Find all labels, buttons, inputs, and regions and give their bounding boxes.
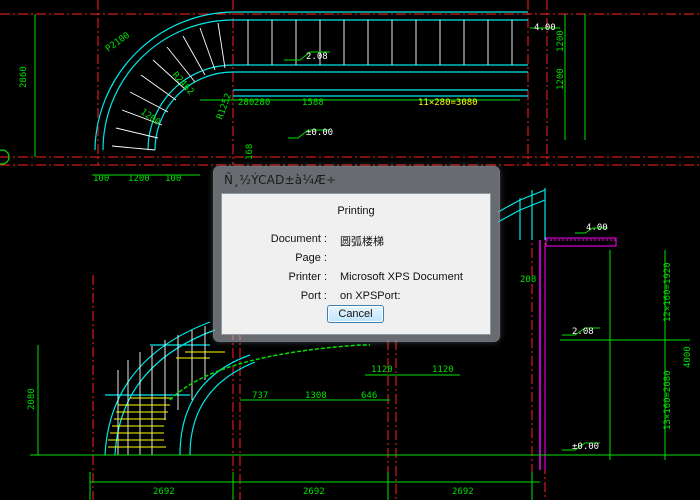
dimension-text-right: 2.08 ±0.00 4.00 12×160=1920 13×160=2080 …: [520, 223, 693, 452]
stair-railing-upper: [497, 188, 546, 240]
document-value: 圆弧楼梯: [340, 236, 384, 248]
dialog-body: Printing Document : 圆弧楼梯 Page : Printer …: [221, 193, 491, 335]
svg-text:±0.00: ±0.00: [572, 442, 599, 452]
printer-label: Printer :: [288, 271, 327, 283]
svg-text:280: 280: [238, 98, 254, 108]
svg-text:1308: 1308: [305, 391, 327, 401]
svg-text:P2100: P2100: [104, 31, 132, 55]
printing-heading: Printing: [337, 205, 375, 217]
dialog-title: Ñ¸½ÝCAD±à¼­Æ÷: [224, 173, 337, 187]
svg-text:R1252: R1252: [215, 92, 234, 121]
page-label: Page :: [295, 252, 327, 264]
dimension-text-top: 2860 100 1200 100 280 280 1588 2.08 ±0.00 1…: [19, 23, 566, 184]
printer-row: Printer : Microsoft XPS Document: [222, 271, 490, 285]
floor-slab: [539, 237, 617, 470]
dimension-lines-bottom: [30, 345, 700, 500]
svg-text:1120: 1120: [432, 365, 454, 375]
svg-text:1200: 1200: [556, 68, 566, 90]
document-label: Document :: [270, 233, 327, 245]
dimension-text-bottom: 2080 2692 2692 2692 737 1308 646 1120 11…: [27, 365, 474, 497]
stair-stringer: [169, 344, 370, 401]
svg-text:1200: 1200: [556, 30, 566, 52]
svg-text:±0.00: ±0.00: [306, 128, 333, 138]
port-label: Port :: [300, 290, 327, 302]
svg-text:2692: 2692: [153, 487, 175, 497]
svg-text:4.00: 4.00: [534, 23, 556, 33]
svg-text:646: 646: [361, 391, 377, 401]
page-row: Page :: [222, 252, 490, 266]
document-row: Document : 圆弧楼梯: [222, 233, 490, 248]
cancel-button[interactable]: Cancel: [327, 305, 384, 323]
svg-text:4000: 4000: [683, 346, 693, 368]
svg-text:13×160=2080: 13×160=2080: [663, 370, 673, 430]
svg-text:2.08: 2.08: [572, 327, 594, 337]
svg-text:737: 737: [252, 391, 268, 401]
step-count-label: 11×280=3080: [418, 98, 478, 108]
port-row: Port : on XPSPort:: [222, 290, 490, 304]
svg-text:2692: 2692: [452, 487, 474, 497]
svg-text:100: 100: [165, 174, 181, 184]
svg-text:2080: 2080: [27, 388, 37, 410]
port-value: on XPSPort:: [340, 290, 401, 302]
svg-text:280: 280: [254, 98, 270, 108]
svg-text:4.00: 4.00: [586, 223, 608, 233]
svg-text:168: 168: [245, 144, 255, 160]
svg-text:1120: 1120: [371, 365, 393, 375]
svg-text:2860: 2860: [19, 66, 29, 88]
svg-text:208: 208: [520, 275, 536, 285]
svg-text:1200: 1200: [128, 174, 150, 184]
svg-text:1588: 1588: [302, 98, 324, 108]
svg-text:2692: 2692: [303, 487, 325, 497]
printer-value: Microsoft XPS Document: [340, 271, 463, 283]
stair-steps-elevation: [108, 351, 225, 448]
printing-dialog: Ñ¸½ÝCAD±à¼­Æ÷ Printing Document : 圆弧楼梯 P…: [213, 166, 500, 342]
svg-text:2.08: 2.08: [306, 52, 328, 62]
svg-text:12×160=1920: 12×160=1920: [663, 262, 673, 322]
svg-text:100: 100: [93, 174, 109, 184]
